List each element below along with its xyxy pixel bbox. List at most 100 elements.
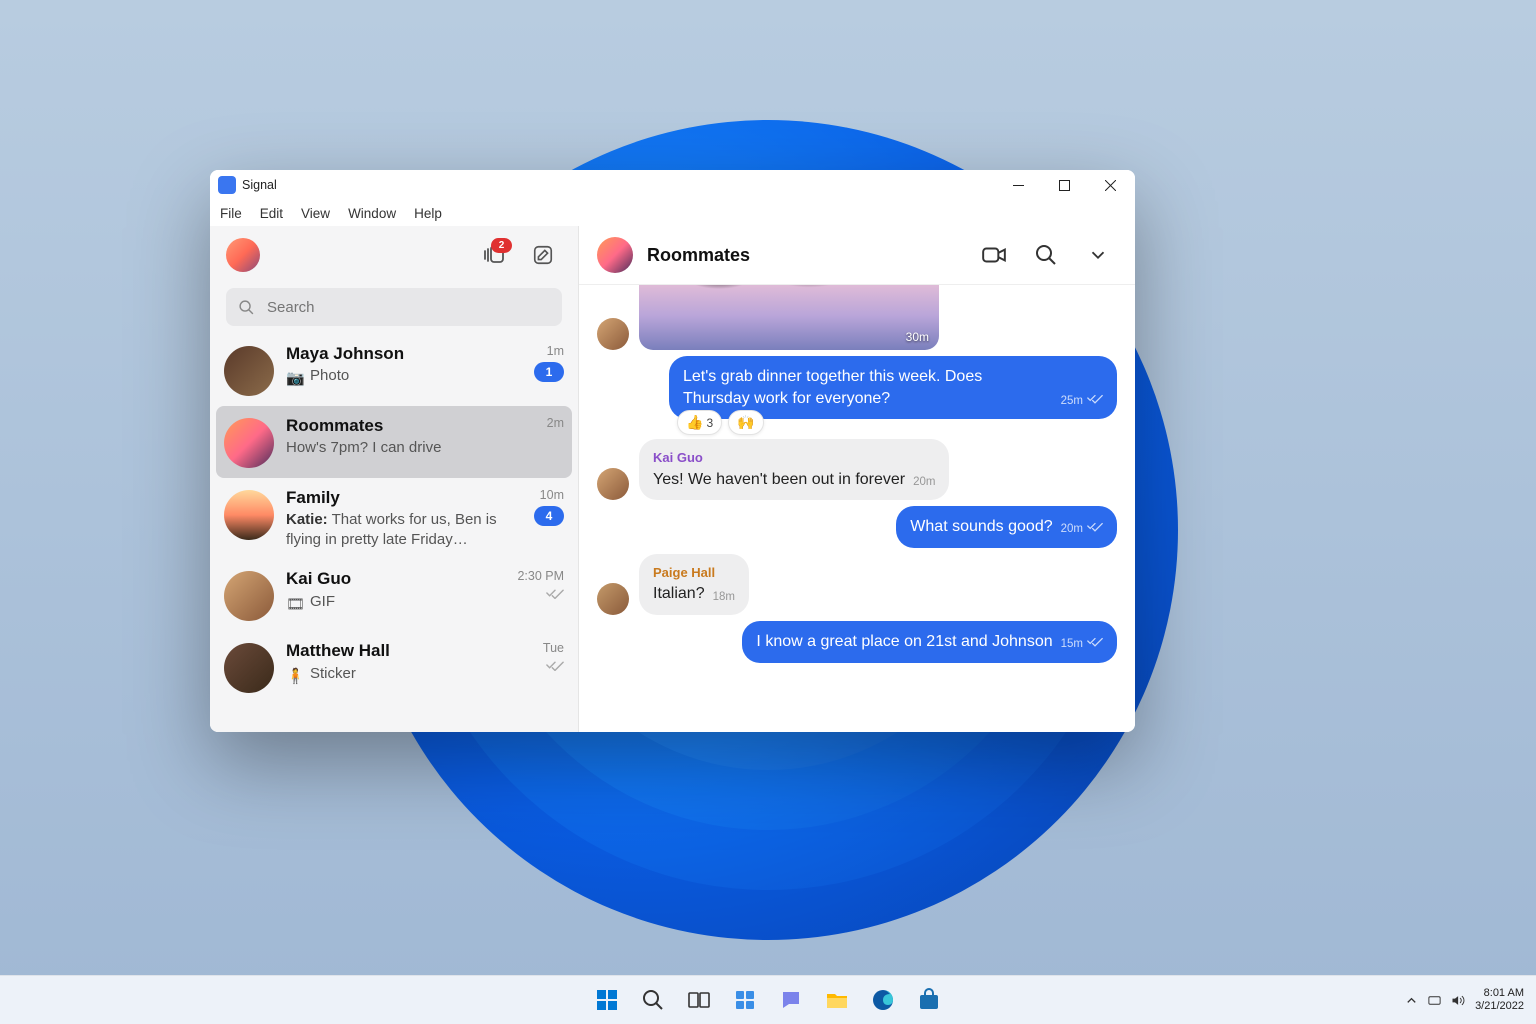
reaction[interactable]: 🙌	[728, 410, 763, 435]
conversation-preview: 🎞GIF	[286, 592, 504, 613]
compose-button[interactable]	[524, 236, 562, 274]
chat-avatar[interactable]	[597, 237, 633, 273]
conversation-avatar	[224, 490, 274, 540]
signal-window: Signal File Edit View Window Help 2	[210, 170, 1135, 732]
widgets-button[interactable]	[725, 980, 765, 1020]
message-row: Kai Guo Yes! We haven't been out in forev…	[597, 439, 1117, 500]
message-time: 30m	[906, 330, 929, 344]
conversation-time: Tue	[543, 641, 564, 655]
message-list[interactable]: 30m Let's grab dinner together this week.…	[579, 285, 1135, 732]
message-sender: Kai Guo	[653, 449, 935, 467]
close-button[interactable]	[1087, 170, 1133, 200]
store-button[interactable]	[909, 980, 949, 1020]
signal-app-icon	[218, 176, 236, 194]
message-bubble[interactable]: Let's grab dinner together this week. Do…	[669, 356, 1117, 419]
conversation-name: Maya Johnson	[286, 344, 504, 364]
message-row: I know a great place on 21st and Johnson…	[597, 621, 1117, 663]
conversation-time: 10m	[540, 488, 564, 502]
message-text: What sounds good?	[910, 516, 1052, 538]
menubar: File Edit View Window Help	[210, 200, 1135, 226]
system-tray[interactable]: 8:01 AM 3/21/2022	[1404, 987, 1536, 1012]
minimize-button[interactable]	[995, 170, 1041, 200]
menu-window[interactable]: Window	[348, 206, 396, 221]
taskbar-search-button[interactable]	[633, 980, 673, 1020]
conversation-item[interactable]: Kai Guo 🎞GIF 2:30 PM	[210, 559, 578, 631]
message-text: Let's grab dinner together this week. Do…	[683, 366, 1053, 409]
unread-badge: 4	[534, 506, 564, 526]
conversation-preview: How's 7pm? I can drive	[286, 438, 504, 458]
my-avatar[interactable]	[226, 238, 260, 272]
teams-chat-button[interactable]	[771, 980, 811, 1020]
chat-pane: Roommates 30m Let's grab dinner together …	[579, 226, 1135, 732]
chat-title[interactable]: Roommates	[647, 245, 750, 266]
conversation-time: 2:30 PM	[517, 569, 564, 583]
task-view-button[interactable]	[679, 980, 719, 1020]
message-avatar	[597, 583, 629, 615]
taskbar-center	[587, 980, 949, 1020]
message-time: 20m	[913, 475, 935, 491]
search-in-chat-button[interactable]	[1027, 236, 1065, 274]
conversation-preview: 🧍Sticker	[286, 664, 504, 685]
conversation-avatar	[224, 346, 274, 396]
message-bubble[interactable]: Paige HallItalian? 18m	[639, 554, 749, 615]
message-text: Yes! We haven't been out in forever	[653, 469, 905, 491]
stories-badge: 2	[491, 238, 512, 253]
conversation-item[interactable]: Maya Johnson 📷Photo 1m1	[210, 334, 578, 406]
search-icon	[238, 299, 255, 316]
search-box[interactable]	[226, 288, 562, 326]
menu-file[interactable]: File	[220, 206, 242, 221]
clock-time: 8:01 AM	[1475, 987, 1524, 1000]
taskbar[interactable]: 8:01 AM 3/21/2022	[0, 975, 1536, 1024]
message-bubble[interactable]: What sounds good? 20m	[896, 506, 1117, 548]
conversation-avatar	[224, 418, 274, 468]
conversation-preview: Katie: That works for us, Ben is flying …	[286, 510, 504, 549]
message-time: 15m	[1061, 635, 1103, 653]
message-sender: Paige Hall	[653, 564, 735, 582]
desktop: Signal File Edit View Window Help 2	[0, 0, 1536, 1024]
taskbar-clock[interactable]: 8:01 AM 3/21/2022	[1475, 987, 1524, 1012]
conversation-name: Kai Guo	[286, 569, 504, 589]
file-explorer-button[interactable]	[817, 980, 857, 1020]
conversation-item[interactable]: Family Katie: That works for us, Ben is …	[210, 478, 578, 559]
message-row: Paige HallItalian? 18m	[597, 554, 1117, 615]
conversation-name: Family	[286, 488, 504, 508]
conversation-item[interactable]: Roommates How's 7pm? I can drive 2m	[216, 406, 572, 478]
maximize-button[interactable]	[1041, 170, 1087, 200]
message-time: 20m	[1061, 520, 1103, 538]
menu-edit[interactable]: Edit	[260, 206, 283, 221]
message-reactions: 👍3🙌	[677, 410, 764, 435]
menu-view[interactable]: View	[301, 206, 330, 221]
message-row: What sounds good? 20m	[597, 506, 1117, 548]
chevron-up-icon[interactable]	[1404, 993, 1419, 1008]
message-time: 18m	[713, 590, 735, 606]
conversation-time: 1m	[547, 344, 564, 358]
start-button[interactable]	[587, 980, 627, 1020]
chat-header: Roommates	[579, 226, 1135, 285]
message-row: Let's grab dinner together this week. Do…	[597, 356, 1117, 419]
reaction[interactable]: 👍3	[677, 410, 722, 435]
stories-button[interactable]: 2	[476, 236, 514, 274]
sidebar: 2 Maya Johnson 📷Photo 1m1 Roommates How'…	[210, 226, 579, 732]
message-text: Italian?	[653, 583, 705, 605]
message-bubble[interactable]: I know a great place on 21st and Johnson…	[742, 621, 1117, 663]
message-bubble[interactable]: Kai Guo Yes! We haven't been out in forev…	[639, 439, 949, 500]
conversation-list: Maya Johnson 📷Photo 1m1 Roommates How's …	[210, 334, 578, 732]
edge-button[interactable]	[863, 980, 903, 1020]
chat-menu-button[interactable]	[1079, 236, 1117, 274]
message-text: I know a great place on 21st and Johnson	[756, 631, 1052, 653]
search-input[interactable]	[265, 298, 550, 317]
conversation-time: 2m	[547, 416, 564, 430]
conversation-avatar	[224, 643, 274, 693]
conversation-item[interactable]: Matthew Hall 🧍Sticker Tue	[210, 631, 578, 703]
video-call-button[interactable]	[975, 236, 1013, 274]
window-title: Signal	[242, 178, 277, 192]
conversation-avatar	[224, 571, 274, 621]
network-icon[interactable]	[1427, 993, 1442, 1008]
menu-help[interactable]: Help	[414, 206, 442, 221]
message-avatar	[597, 318, 629, 350]
titlebar[interactable]: Signal	[210, 170, 1135, 200]
unread-badge: 1	[534, 362, 564, 382]
volume-icon[interactable]	[1450, 993, 1465, 1008]
clock-date: 3/21/2022	[1475, 1000, 1524, 1013]
image-message[interactable]: 30m	[639, 285, 939, 350]
